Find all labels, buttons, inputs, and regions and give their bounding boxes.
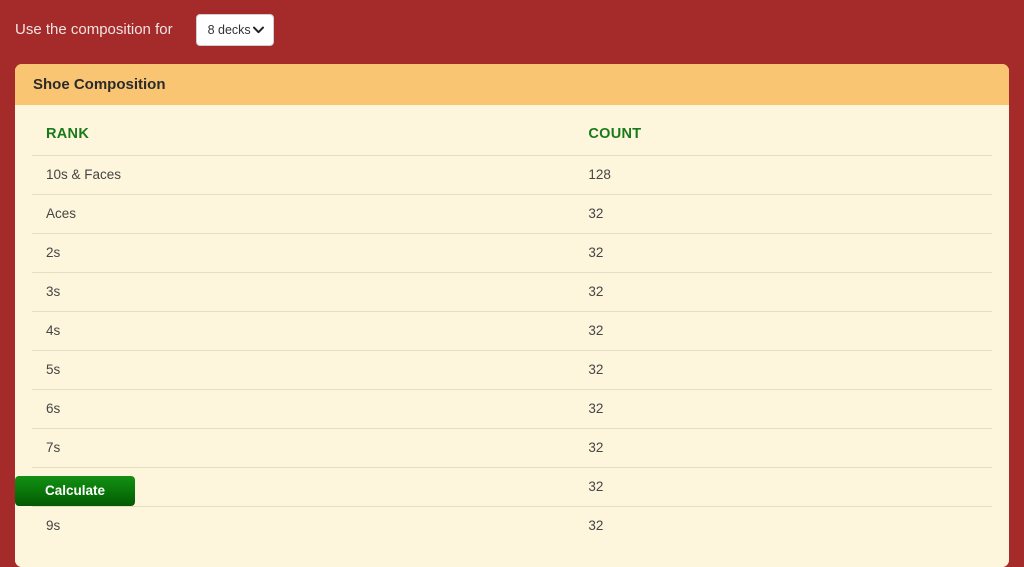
table-row: 6s 32	[32, 389, 992, 429]
table-row: 2s 32	[32, 233, 992, 273]
deck-count-select[interactable]: 8 decks	[195, 14, 274, 46]
deck-selector-label: Use the composition for	[15, 21, 173, 38]
shoe-composition-table: RANK COUNT 10s & Faces 128 Aces 32 2s 32	[32, 105, 992, 545]
cell-rank: 10s & Faces	[32, 155, 575, 195]
table-header: RANK COUNT	[32, 105, 992, 156]
cell-rank: 5s	[32, 350, 575, 390]
card-title: Shoe Composition	[33, 75, 166, 93]
column-header-rank: RANK	[32, 105, 575, 156]
cell-count: 32	[574, 272, 992, 312]
table-row: 4s 32	[32, 311, 992, 351]
cell-rank: Aces	[32, 194, 575, 234]
cell-rank: 4s	[32, 311, 575, 351]
cell-rank: 3s	[32, 272, 575, 312]
cell-rank: 2s	[32, 233, 575, 273]
cell-count: 32	[574, 194, 992, 234]
cell-count: 32	[574, 350, 992, 390]
table-row: 10s & Faces 128	[32, 155, 992, 195]
table-row: 5s 32	[32, 350, 992, 390]
table-header-row: RANK COUNT	[32, 105, 992, 156]
shoe-composition-card-header: Shoe Composition	[15, 64, 1009, 105]
table-row: 7s 32	[32, 428, 992, 468]
calculate-button[interactable]: Calculate	[15, 476, 135, 506]
deck-count-select-value: 8 decks	[207, 23, 251, 37]
cell-count: 32	[574, 389, 992, 429]
column-header-count: COUNT	[574, 105, 992, 156]
table-row: 8s 32	[32, 467, 992, 507]
cell-count: 32	[574, 233, 992, 273]
composition-deck-selector-bar: Use the composition for 8 decks	[0, 0, 1024, 46]
table-row: 9s 32	[32, 507, 992, 546]
cell-count: 32	[574, 467, 992, 507]
shoe-composition-card: Shoe Composition RANK COUNT 10s & Faces …	[15, 64, 1009, 567]
cell-count: 32	[588, 518, 604, 533]
cell-count: 128	[574, 155, 992, 195]
cell-rank: 9s	[46, 518, 61, 533]
shoe-composition-card-body: RANK COUNT 10s & Faces 128 Aces 32 2s 32	[15, 105, 1009, 567]
table-body: 10s & Faces 128 Aces 32 2s 32 3s 32 4s 3…	[32, 155, 992, 546]
table-row: 3s 32	[32, 272, 992, 312]
cell-rank: 6s	[32, 389, 575, 429]
cell-rank: 7s	[32, 428, 575, 468]
cell-count: 32	[574, 428, 992, 468]
chevron-down-icon	[252, 26, 264, 34]
table-row: Aces 32	[32, 194, 992, 234]
cell-count: 32	[574, 311, 992, 351]
